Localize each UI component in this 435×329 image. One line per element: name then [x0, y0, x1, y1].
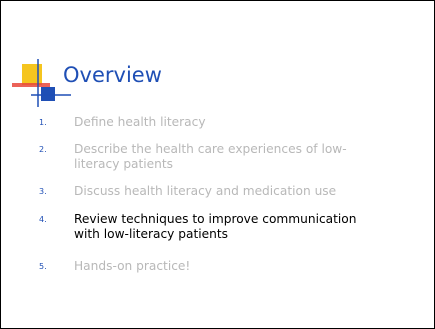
agenda-item-number: 1. [39, 118, 47, 127]
agenda-item-text: Hands-on practice! [74, 259, 191, 273]
agenda-item-number: 3. [39, 187, 47, 196]
agenda-item-text: Discuss health literacy and medication u… [74, 184, 337, 198]
agenda-list: 1. Define health literacy 2. Describe th… [1, 1, 434, 328]
agenda-item-text: Describe the health care experiences of … [74, 142, 347, 171]
agenda-item-number: 2. [39, 145, 47, 154]
agenda-item-number: 5. [39, 262, 47, 271]
agenda-item-number: 4. [39, 215, 47, 224]
agenda-item-text: Define health literacy [74, 115, 206, 129]
slide: Overview 1. Define health literacy 2. De… [0, 0, 435, 329]
agenda-item-text: Review techniques to improve communicati… [74, 212, 357, 241]
